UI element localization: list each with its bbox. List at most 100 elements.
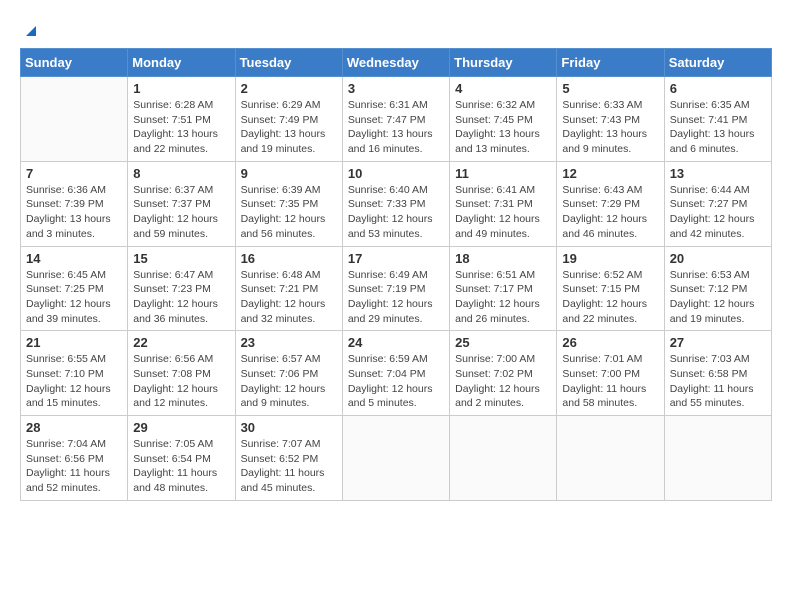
day-number: 1 [133,81,229,96]
day-info: Sunrise: 6:53 AM Sunset: 7:12 PM Dayligh… [670,268,766,327]
calendar-cell [21,77,128,162]
calendar-week-row: 7Sunrise: 6:36 AM Sunset: 7:39 PM Daylig… [21,161,772,246]
calendar-day-header: Wednesday [342,49,449,77]
calendar-table: SundayMondayTuesdayWednesdayThursdayFrid… [20,48,772,501]
day-info: Sunrise: 7:07 AM Sunset: 6:52 PM Dayligh… [241,437,337,496]
calendar-cell: 26 Sunrise: 7:01 AM Sunset: 7:00 PM Dayli… [557,331,664,416]
calendar-cell: 29 Sunrise: 7:05 AM Sunset: 6:54 PM Dayli… [128,416,235,501]
calendar-cell: 27 Sunrise: 7:03 AM Sunset: 6:58 PM Dayli… [664,331,771,416]
calendar-cell: 22Sunrise: 6:56 AM Sunset: 7:08 PM Dayli… [128,331,235,416]
day-info: Sunrise: 6:45 AM Sunset: 7:25 PM Dayligh… [26,268,122,327]
day-info: Sunrise: 6:49 AM Sunset: 7:19 PM Dayligh… [348,268,444,327]
day-info: Sunrise: 6:51 AM Sunset: 7:17 PM Dayligh… [455,268,551,327]
day-number: 23 [241,335,337,350]
day-info: Sunrise: 6:36 AM Sunset: 7:39 PM Dayligh… [26,183,122,242]
day-info: Sunrise: 7:04 AM Sunset: 6:56 PM Dayligh… [26,437,122,496]
calendar-cell: 13 Sunrise: 6:44 AM Sunset: 7:27 PM Dayli… [664,161,771,246]
day-number: 28 [26,420,122,435]
day-info: Sunrise: 6:57 AM Sunset: 7:06 PM Dayligh… [241,352,337,411]
calendar-cell: 21Sunrise: 6:55 AM Sunset: 7:10 PM Dayli… [21,331,128,416]
day-number: 25 [455,335,551,350]
day-number: 20 [670,251,766,266]
calendar-cell: 4 Sunrise: 6:32 AM Sunset: 7:45 PM Daylig… [450,77,557,162]
calendar-cell: 11 Sunrise: 6:41 AM Sunset: 7:31 PM Dayli… [450,161,557,246]
day-number: 13 [670,166,766,181]
day-number: 29 [133,420,229,435]
day-info: Sunrise: 7:03 AM Sunset: 6:58 PM Dayligh… [670,352,766,411]
day-info: Sunrise: 6:31 AM Sunset: 7:47 PM Dayligh… [348,98,444,157]
calendar-cell: 25Sunrise: 7:00 AM Sunset: 7:02 PM Dayli… [450,331,557,416]
calendar-cell: 6Sunrise: 6:35 AM Sunset: 7:41 PM Daylig… [664,77,771,162]
day-info: Sunrise: 6:39 AM Sunset: 7:35 PM Dayligh… [241,183,337,242]
day-number: 26 [562,335,658,350]
calendar-cell: 12 Sunrise: 6:43 AM Sunset: 7:29 PM Dayli… [557,161,664,246]
calendar-week-row: 1 Sunrise: 6:28 AM Sunset: 7:51 PM Daylig… [21,77,772,162]
day-info: Sunrise: 6:28 AM Sunset: 7:51 PM Dayligh… [133,98,229,157]
calendar-cell: 20 Sunrise: 6:53 AM Sunset: 7:12 PM Dayli… [664,246,771,331]
day-info: Sunrise: 7:01 AM Sunset: 7:00 PM Dayligh… [562,352,658,411]
calendar-cell [342,416,449,501]
calendar-cell: 14 Sunrise: 6:45 AM Sunset: 7:25 PM Dayli… [21,246,128,331]
calendar-day-header: Monday [128,49,235,77]
day-number: 12 [562,166,658,181]
day-info: Sunrise: 6:43 AM Sunset: 7:29 PM Dayligh… [562,183,658,242]
day-number: 27 [670,335,766,350]
day-info: Sunrise: 6:48 AM Sunset: 7:21 PM Dayligh… [241,268,337,327]
calendar-header-row: SundayMondayTuesdayWednesdayThursdayFrid… [21,49,772,77]
calendar-week-row: 14 Sunrise: 6:45 AM Sunset: 7:25 PM Dayli… [21,246,772,331]
calendar-cell: 10 Sunrise: 6:40 AM Sunset: 7:33 PM Dayli… [342,161,449,246]
day-info: Sunrise: 6:41 AM Sunset: 7:31 PM Dayligh… [455,183,551,242]
calendar-cell: 8 Sunrise: 6:37 AM Sunset: 7:37 PM Daylig… [128,161,235,246]
calendar-week-row: 21Sunrise: 6:55 AM Sunset: 7:10 PM Dayli… [21,331,772,416]
day-number: 14 [26,251,122,266]
calendar-cell: 2Sunrise: 6:29 AM Sunset: 7:49 PM Daylig… [235,77,342,162]
logo-icon [22,20,40,38]
calendar-cell: 18 Sunrise: 6:51 AM Sunset: 7:17 PM Dayli… [450,246,557,331]
day-number: 24 [348,335,444,350]
calendar-cell: 23 Sunrise: 6:57 AM Sunset: 7:06 PM Dayli… [235,331,342,416]
calendar-cell: 15Sunrise: 6:47 AM Sunset: 7:23 PM Dayli… [128,246,235,331]
calendar-cell: 3Sunrise: 6:31 AM Sunset: 7:47 PM Daylig… [342,77,449,162]
calendar-day-header: Sunday [21,49,128,77]
day-number: 19 [562,251,658,266]
day-number: 16 [241,251,337,266]
calendar-cell: 24 Sunrise: 6:59 AM Sunset: 7:04 PM Dayli… [342,331,449,416]
page-header [20,20,772,38]
day-number: 15 [133,251,229,266]
calendar-cell: 17 Sunrise: 6:49 AM Sunset: 7:19 PM Dayli… [342,246,449,331]
day-info: Sunrise: 6:40 AM Sunset: 7:33 PM Dayligh… [348,183,444,242]
logo [20,20,40,38]
calendar-cell: 30 Sunrise: 7:07 AM Sunset: 6:52 PM Dayli… [235,416,342,501]
calendar-day-header: Thursday [450,49,557,77]
day-info: Sunrise: 6:33 AM Sunset: 7:43 PM Dayligh… [562,98,658,157]
day-info: Sunrise: 6:32 AM Sunset: 7:45 PM Dayligh… [455,98,551,157]
day-number: 2 [241,81,337,96]
day-number: 21 [26,335,122,350]
day-info: Sunrise: 6:37 AM Sunset: 7:37 PM Dayligh… [133,183,229,242]
calendar-week-row: 28 Sunrise: 7:04 AM Sunset: 6:56 PM Dayli… [21,416,772,501]
day-info: Sunrise: 6:52 AM Sunset: 7:15 PM Dayligh… [562,268,658,327]
calendar-cell: 7Sunrise: 6:36 AM Sunset: 7:39 PM Daylig… [21,161,128,246]
calendar-cell: 16 Sunrise: 6:48 AM Sunset: 7:21 PM Dayli… [235,246,342,331]
day-number: 11 [455,166,551,181]
day-number: 17 [348,251,444,266]
day-info: Sunrise: 6:35 AM Sunset: 7:41 PM Dayligh… [670,98,766,157]
calendar-cell: 28 Sunrise: 7:04 AM Sunset: 6:56 PM Dayli… [21,416,128,501]
day-number: 18 [455,251,551,266]
day-number: 4 [455,81,551,96]
day-info: Sunrise: 6:59 AM Sunset: 7:04 PM Dayligh… [348,352,444,411]
day-info: Sunrise: 6:56 AM Sunset: 7:08 PM Dayligh… [133,352,229,411]
calendar-cell: 9 Sunrise: 6:39 AM Sunset: 7:35 PM Daylig… [235,161,342,246]
day-number: 8 [133,166,229,181]
calendar-day-header: Saturday [664,49,771,77]
day-info: Sunrise: 6:44 AM Sunset: 7:27 PM Dayligh… [670,183,766,242]
calendar-cell: 1 Sunrise: 6:28 AM Sunset: 7:51 PM Daylig… [128,77,235,162]
day-number: 5 [562,81,658,96]
day-number: 10 [348,166,444,181]
day-number: 30 [241,420,337,435]
calendar-cell [664,416,771,501]
day-info: Sunrise: 7:05 AM Sunset: 6:54 PM Dayligh… [133,437,229,496]
calendar-cell [557,416,664,501]
day-number: 9 [241,166,337,181]
calendar-day-header: Friday [557,49,664,77]
